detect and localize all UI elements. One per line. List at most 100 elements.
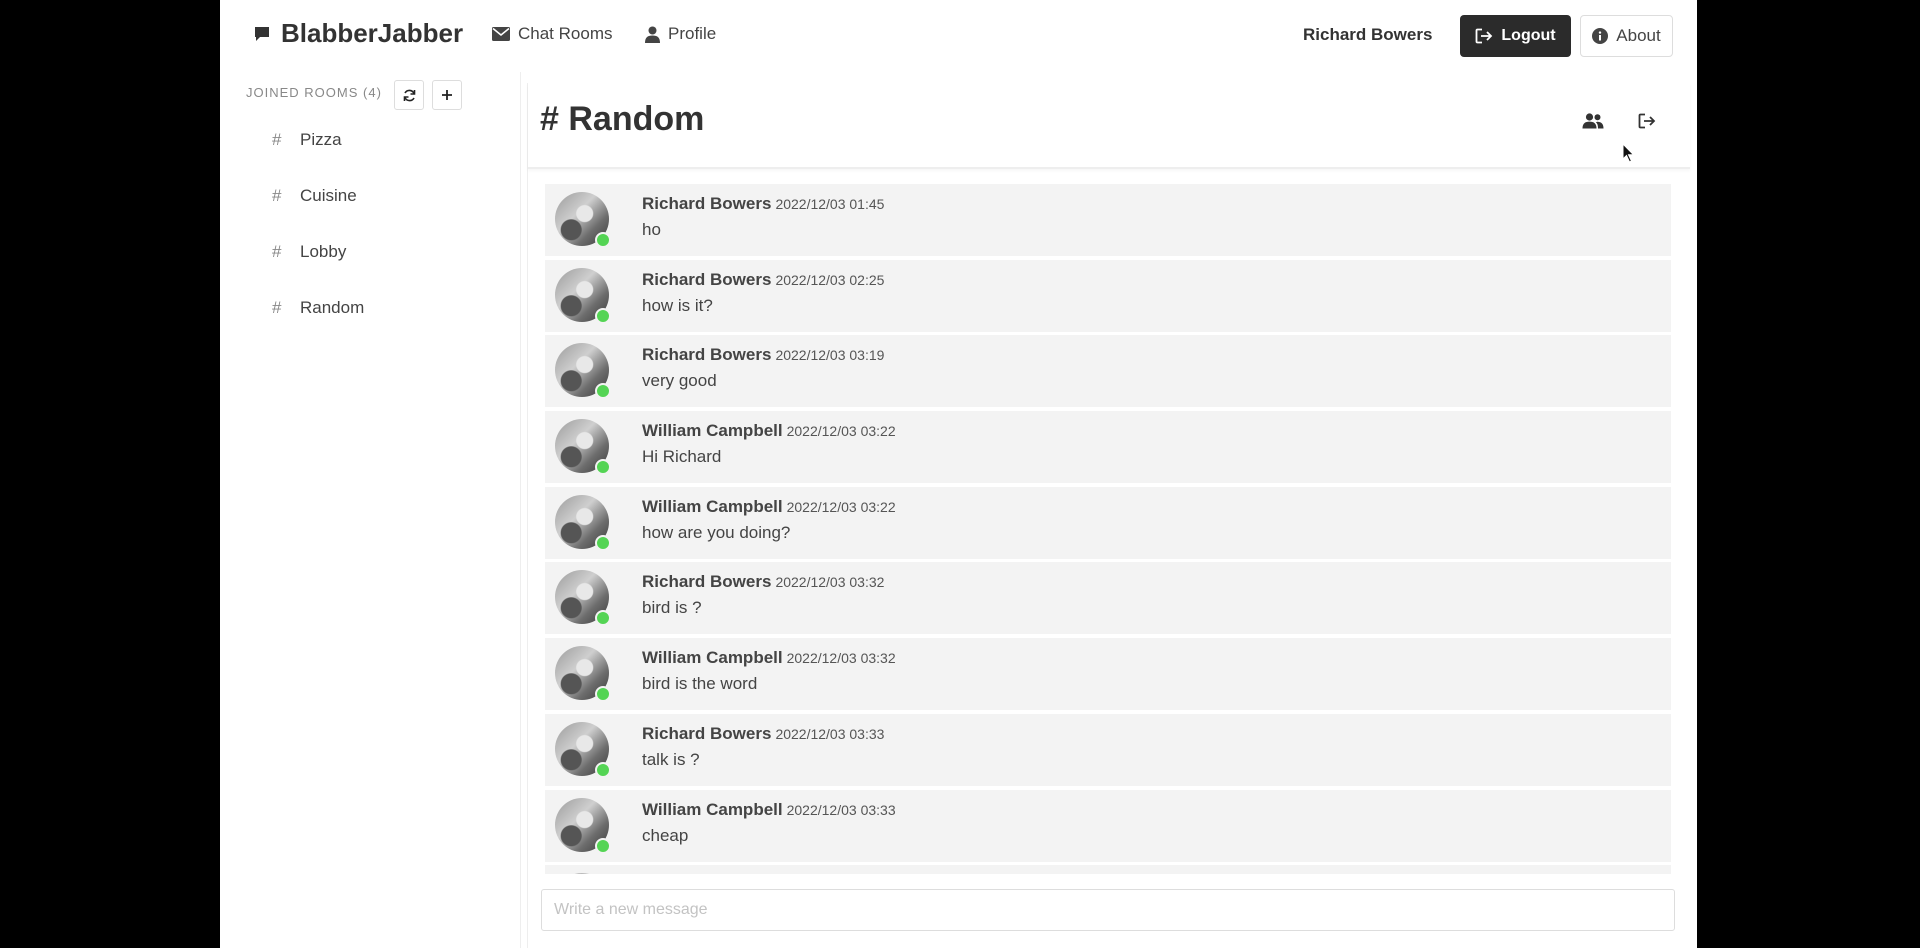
message-author: Richard Bowers 2022/12/03 03:32: [642, 572, 884, 592]
room-item-cuisine[interactable]: # Cuisine: [237, 168, 520, 224]
author-name: William Campbell: [642, 648, 783, 668]
message-item: Richard Bowers 2022/12/03 03:33 talk is ?: [545, 713, 1671, 786]
author-name: Richard Bowers: [642, 572, 772, 592]
message-author: William Campbell 2022/12/03 03:32: [642, 648, 896, 668]
plus-icon: [442, 90, 452, 100]
message-item: William Campbell 2022/12/03 03:22 how are…: [545, 486, 1671, 559]
message-text: Hi Richard: [642, 447, 722, 467]
message-author: William Campbell 2022/12/03 03:22: [642, 421, 896, 441]
message-timestamp: 2022/12/03 03:22: [786, 498, 896, 515]
message-timestamp: 2022/12/03 03:32: [786, 650, 896, 667]
envelope-icon: [492, 27, 510, 41]
author-name: William Campbell: [642, 799, 783, 819]
about-button[interactable]: About: [1580, 15, 1673, 57]
message-timestamp: 2022/12/03 03:22: [786, 423, 896, 440]
hash-icon: #: [272, 242, 282, 261]
chat-panel: # Random Richard Bowers 2022/12/03 01:45…: [527, 83, 1690, 948]
message-author: Richard Bowers 2022/12/03 03:19: [642, 345, 884, 365]
message-item: Richard Bowers 2022/12/03 03:19 very good: [545, 335, 1671, 408]
message-text: cheap: [642, 825, 689, 845]
leave-room-button[interactable]: [1638, 113, 1656, 134]
message-author: William Campbell 2022/12/03 03:22: [642, 497, 896, 517]
online-status-dot: [595, 307, 611, 324]
online-status-dot: [595, 383, 611, 400]
sidebar: JOINED ROOMS (4) # Pizza # Cuisine # Lob…: [237, 72, 521, 948]
message-timestamp: 2022/12/03 01:45: [775, 196, 885, 212]
logout-button[interactable]: Logout: [1460, 15, 1571, 57]
message-item: William Campbell 2022/12/03 03:32 bird is…: [545, 638, 1671, 711]
message-timestamp: 2022/12/03 03:33: [786, 801, 896, 818]
message-item: William Campbell 2022/12/03 03:33 cheap: [545, 789, 1671, 862]
online-status-dot: [595, 534, 611, 551]
nav-chat-rooms[interactable]: Chat Rooms: [492, 24, 612, 44]
brand-name: BlabberJabber: [281, 18, 464, 48]
message-author: Richard Bowers 2022/12/03 03:33: [642, 724, 884, 744]
online-status-dot: [595, 761, 611, 778]
brand[interactable]: BlabberJabber: [253, 18, 463, 49]
online-status-dot: [595, 459, 611, 476]
message-text: talk is ?: [642, 749, 700, 769]
author-name: Richard Bowers: [642, 194, 772, 213]
online-status-dot: [595, 610, 611, 627]
room-header: # Random: [528, 83, 1690, 169]
nav-chat-rooms-label: Chat Rooms: [518, 24, 613, 43]
message-text: how are you doing?: [642, 522, 791, 542]
author-name: William Campbell: [642, 421, 783, 441]
message-item: Richard Bowers 2022/12/03 01:45 ho: [545, 184, 1671, 256]
hash-icon: #: [272, 130, 282, 149]
room-title: # Random: [540, 100, 705, 138]
online-status-dot: [595, 686, 611, 703]
message-author: William Campbell 2022/12/03 03:33: [642, 800, 896, 820]
room-label: Pizza: [300, 130, 342, 149]
about-label: About: [1616, 26, 1661, 45]
chat-bubble-icon: [255, 26, 269, 41]
room-list: # Pizza # Cuisine # Lobby # Random: [237, 112, 520, 336]
joined-rooms-header: JOINED ROOMS (4): [246, 85, 382, 100]
message-list[interactable]: Richard Bowers 2022/12/03 01:45 ho Richar…: [545, 184, 1671, 874]
hash-icon: #: [272, 298, 282, 317]
room-label: Random: [300, 298, 365, 317]
nav-profile[interactable]: Profile: [645, 24, 716, 44]
message-timestamp: 2022/12/03 02:25: [775, 271, 885, 288]
message-timestamp: 2022/12/03 03:33: [775, 725, 885, 742]
message-item: [545, 865, 1671, 874]
message-text: ho: [642, 220, 661, 239]
info-icon: [1592, 28, 1609, 44]
refresh-icon: [403, 89, 415, 101]
message-input[interactable]: [541, 889, 1675, 931]
author-name: Richard Bowers: [642, 345, 772, 365]
logout-label: Logout: [1501, 27, 1556, 44]
author-name: William Campbell: [642, 496, 783, 516]
refresh-rooms-button[interactable]: [394, 80, 424, 110]
leave-room-icon: [1638, 113, 1656, 129]
message-item: Richard Bowers 2022/12/03 02:25 how is it…: [545, 259, 1671, 332]
room-label: Lobby: [300, 242, 347, 261]
online-status-dot: [595, 232, 611, 248]
navbar: BlabberJabber Chat Rooms Profile Richard…: [220, 0, 1697, 72]
message-timestamp: 2022/12/03 03:19: [775, 347, 885, 364]
avatar[interactable]: [555, 873, 609, 874]
message-item: Richard Bowers 2022/12/03 03:32 bird is ?: [545, 562, 1671, 635]
nav-profile-label: Profile: [668, 24, 717, 43]
message-timestamp: 2022/12/03 03:32: [775, 574, 885, 591]
mouse-cursor-icon: [1622, 143, 1635, 163]
current-user-name: Richard Bowers: [1303, 25, 1433, 44]
message-text: bird is the word: [642, 674, 758, 694]
room-item-random[interactable]: # Random: [237, 280, 520, 336]
room-item-lobby[interactable]: # Lobby: [237, 224, 520, 280]
users-icon: [1582, 113, 1604, 129]
message-text: how is it?: [642, 295, 713, 315]
room-label: Cuisine: [300, 186, 357, 205]
members-button[interactable]: [1582, 113, 1604, 134]
add-room-button[interactable]: [432, 80, 462, 110]
message-author: Richard Bowers 2022/12/03 01:45: [642, 194, 884, 214]
message-item: William Campbell 2022/12/03 03:22 Hi Rich…: [545, 411, 1671, 484]
author-name: Richard Bowers: [642, 269, 772, 289]
message-author: Richard Bowers 2022/12/03 02:25: [642, 270, 884, 290]
room-item-pizza[interactable]: # Pizza: [237, 112, 520, 168]
message-text: very good: [642, 371, 717, 391]
online-status-dot: [595, 837, 611, 854]
logout-icon: [1475, 28, 1493, 44]
user-icon: [645, 26, 660, 43]
app-window: BlabberJabber Chat Rooms Profile Richard…: [220, 0, 1697, 948]
